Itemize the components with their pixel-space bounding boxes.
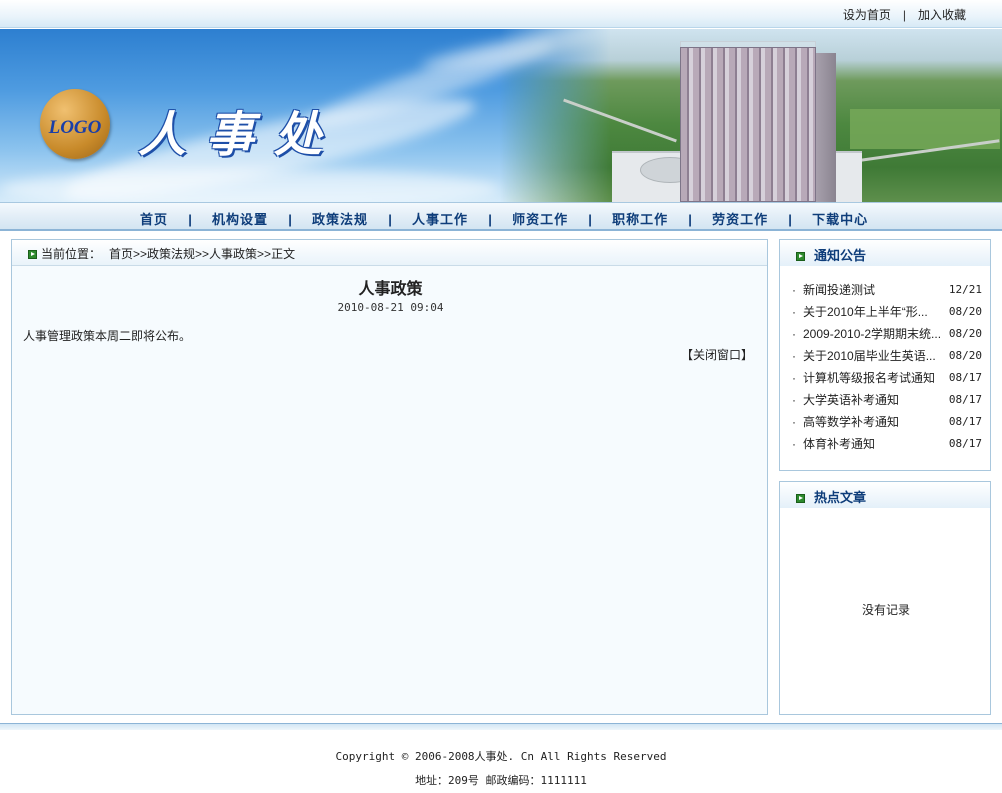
nav-item-faculty[interactable]: 师资工作 (512, 209, 568, 228)
notice-title[interactable]: 大学英语补考通知 (803, 392, 948, 414)
nav-separator: | (388, 212, 392, 227)
article-title: 人事政策 (358, 281, 423, 298)
notice-heading: 通知公告 (814, 248, 867, 263)
nav-separator: | (688, 212, 692, 227)
notice-date: 08/17 (948, 393, 982, 406)
notice-title[interactable]: 计算机等级报名考试通知 (803, 370, 948, 392)
arrow-bullet-icon (796, 494, 805, 503)
notice-panel: 通知公告 · 新闻投递测试 12/21 · 关于2010年上半年“形... 08/20 … (779, 239, 991, 471)
list-item[interactable]: · 大学英语补考通知 08/17 (792, 392, 984, 414)
add-favorite-link[interactable]: 加入收藏 (918, 8, 966, 22)
bullet-dot-icon: · (792, 283, 796, 297)
notice-title[interactable]: 关于2010年上半年“形... (803, 304, 948, 326)
top-links-separator: | (902, 8, 906, 22)
close-window-link[interactable]: 【关闭窗口】 (681, 346, 753, 363)
notice-date: 12/21 (948, 283, 982, 296)
arrow-bullet-icon (796, 252, 805, 261)
notice-date: 08/17 (948, 415, 982, 428)
nav-item-downloads[interactable]: 下载中心 (812, 209, 868, 228)
notice-date: 08/17 (948, 437, 982, 450)
list-item[interactable]: · 体育补考通知 08/17 (792, 436, 984, 458)
list-item[interactable]: · 新闻投递测试 12/21 (792, 282, 984, 304)
notice-date: 08/20 (948, 349, 982, 362)
set-home-link[interactable]: 设为首页 (843, 8, 891, 22)
hot-articles-header: 热点文章 (780, 482, 990, 508)
breadcrumb: 当前位置： 首页>>政策法规>>人事政策>>正文 (12, 240, 767, 266)
nav-separator: | (788, 212, 792, 227)
notice-date: 08/20 (948, 305, 982, 318)
nav-item-wages[interactable]: 劳资工作 (712, 209, 768, 228)
top-bar: 设为首页 | 加入收藏 (0, 0, 1002, 28)
building-tower (680, 47, 816, 202)
header-banner: LOGO 人事处 (0, 29, 1002, 202)
article-body: 人事管理政策本周二即将公布。 (23, 329, 192, 343)
nav-separator: | (188, 212, 192, 227)
nav-item-personnel[interactable]: 人事工作 (412, 209, 468, 228)
cloud-decoration (0, 169, 500, 202)
notice-title[interactable]: 高等数学补考通知 (803, 414, 948, 436)
notice-list: · 新闻投递测试 12/21 · 关于2010年上半年“形... 08/20 · 2009… (792, 282, 984, 458)
notice-header: 通知公告 (780, 240, 990, 266)
building-side (816, 53, 836, 202)
bullet-dot-icon: · (792, 371, 796, 385)
list-item[interactable]: · 高等数学补考通知 08/17 (792, 414, 984, 436)
nav-item-titles[interactable]: 职称工作 (612, 209, 668, 228)
hot-articles-heading: 热点文章 (814, 490, 867, 505)
nav-items: 首页 | 机构设置 | 政策法规 | 人事工作 | 师资工作 | 职称工作 | 劳资工作 | 下载中心 (140, 209, 868, 228)
list-item[interactable]: · 2009-2010-2学期期末统... 08/20 (792, 326, 984, 348)
notice-title[interactable]: 新闻投递测试 (803, 282, 948, 304)
breadcrumb-path[interactable]: 首页>>政策法规>>人事政策>>正文 (109, 247, 295, 261)
hot-articles-panel: 热点文章 没有记录 (779, 481, 991, 715)
footer-copyright: Copyright © 2006-2008人事处. Cn All Rights … (335, 750, 667, 763)
bullet-dot-icon: · (792, 349, 796, 363)
nav-item-organization[interactable]: 机构设置 (212, 209, 268, 228)
footer-divider (0, 723, 1002, 730)
notice-date: 08/17 (948, 371, 982, 384)
top-links: 设为首页 | 加入收藏 (843, 6, 966, 23)
nav-separator: | (488, 212, 492, 227)
nav-separator: | (588, 212, 592, 227)
bullet-dot-icon: · (792, 305, 796, 319)
list-item[interactable]: · 关于2010届毕业生英语... 08/20 (792, 348, 984, 370)
notice-title[interactable]: 2009-2010-2学期期末统... (803, 326, 948, 348)
empty-state-text: 没有记录 (861, 603, 910, 617)
article-date: 2010-08-21 09:04 (337, 301, 444, 314)
bullet-dot-icon: · (792, 415, 796, 429)
bullet-dot-icon: · (792, 327, 796, 341)
main-nav: 首页 | 机构设置 | 政策法规 | 人事工作 | 师资工作 | 职称工作 | 劳资工作 | 下载中心 (0, 202, 1002, 231)
list-item[interactable]: · 关于2010年上半年“形... 08/20 (792, 304, 984, 326)
notice-title[interactable]: 关于2010届毕业生英语... (803, 348, 948, 370)
nav-separator: | (288, 212, 292, 227)
breadcrumb-label: 当前位置： (41, 247, 102, 261)
notice-title[interactable]: 体育补考通知 (803, 436, 948, 458)
site-title: 人事处 (138, 107, 343, 163)
logo-text: LOGO (48, 117, 102, 138)
nav-item-home[interactable]: 首页 (140, 209, 168, 228)
notice-date: 08/20 (948, 327, 982, 340)
bullet-dot-icon: · (792, 393, 796, 407)
footer-address: 地址：209号 邮政编码：1111111 (415, 774, 587, 787)
bullet-dot-icon: · (792, 437, 796, 451)
article-panel: 当前位置： 首页>>政策法规>>人事政策>>正文 人事政策 2010-08-21 … (11, 239, 768, 715)
nav-item-policy[interactable]: 政策法规 (312, 209, 368, 228)
list-item[interactable]: · 计算机等级报名考试通知 08/17 (792, 370, 984, 392)
arrow-bullet-icon (28, 250, 37, 259)
